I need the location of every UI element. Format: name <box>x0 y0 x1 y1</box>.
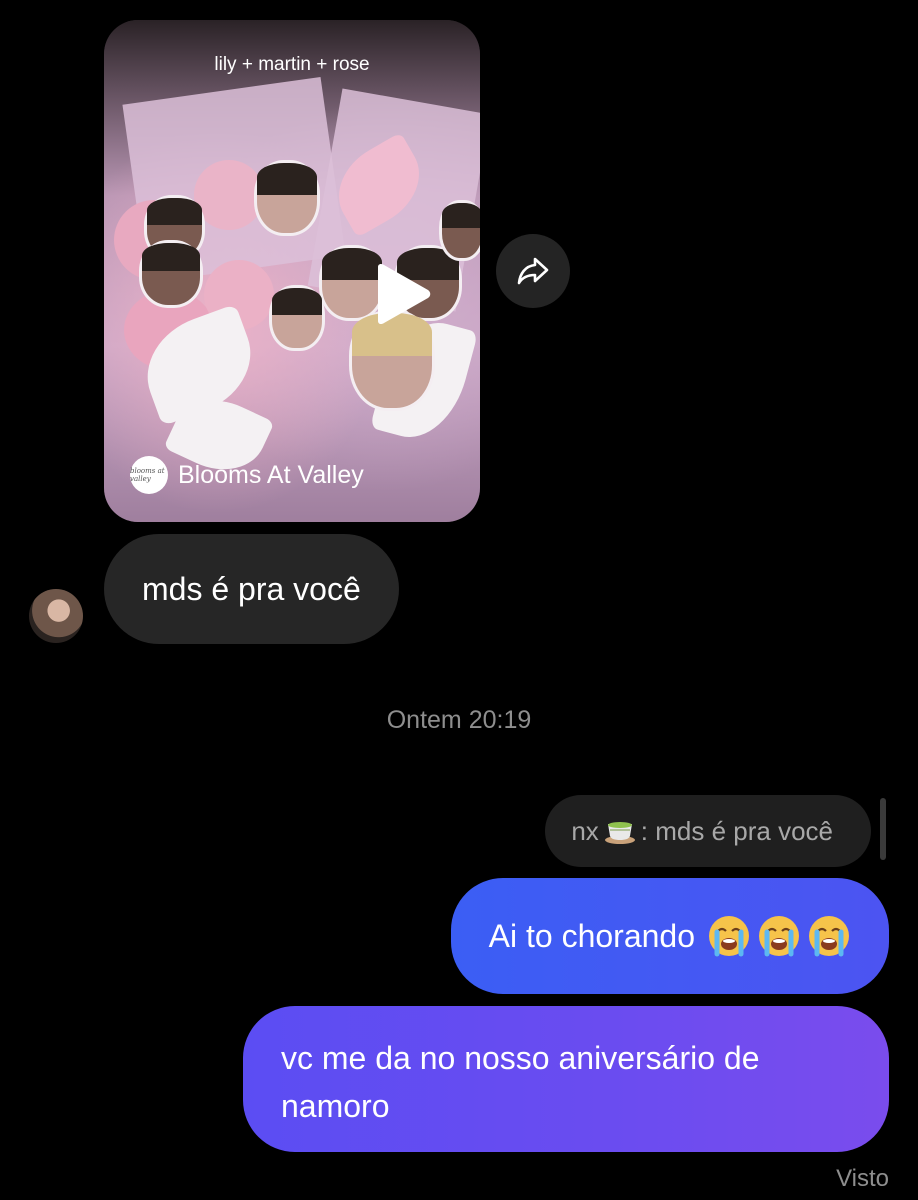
brand-name: Blooms At Valley <box>178 460 364 489</box>
loudly-crying-face-icon <box>709 916 749 957</box>
outgoing-message-text: vc me da no nosso aniversário de namoro <box>281 1040 760 1124</box>
share-button[interactable] <box>496 234 570 308</box>
shared-reel-card[interactable]: lily + martin + rose blooms at valley Bl… <box>104 20 480 522</box>
reply-quote[interactable]: nx : mds é pra você <box>545 795 871 867</box>
reply-quote-sender: nx <box>571 815 599 846</box>
play-icon[interactable] <box>372 263 434 325</box>
timestamp: Ontem 20:19 <box>386 706 532 734</box>
loudly-crying-face-icon <box>809 916 849 957</box>
seen-status: Visto <box>836 1165 889 1192</box>
outgoing-message[interactable]: Ai to chorando <box>450 878 889 994</box>
reel-author[interactable]: blooms at valley Blooms At Valley <box>130 456 364 494</box>
loudly-crying-face-icon <box>759 916 799 957</box>
incoming-message-text: mds é pra você <box>142 570 361 607</box>
outgoing-message[interactable]: vc me da no nosso aniversário de namoro <box>243 1006 889 1152</box>
avatar[interactable] <box>29 589 83 643</box>
share-arrow-icon <box>517 257 549 285</box>
teacup-icon <box>604 822 635 844</box>
brand-logo: blooms at valley <box>130 456 168 494</box>
outgoing-message-text: Ai to chorando <box>488 917 695 954</box>
reply-indicator-bar <box>880 798 886 860</box>
incoming-message[interactable]: mds é pra você <box>104 534 399 644</box>
reel-title: lily + martin + rose <box>214 54 370 75</box>
reply-quote-text: : mds é pra você <box>640 815 833 846</box>
